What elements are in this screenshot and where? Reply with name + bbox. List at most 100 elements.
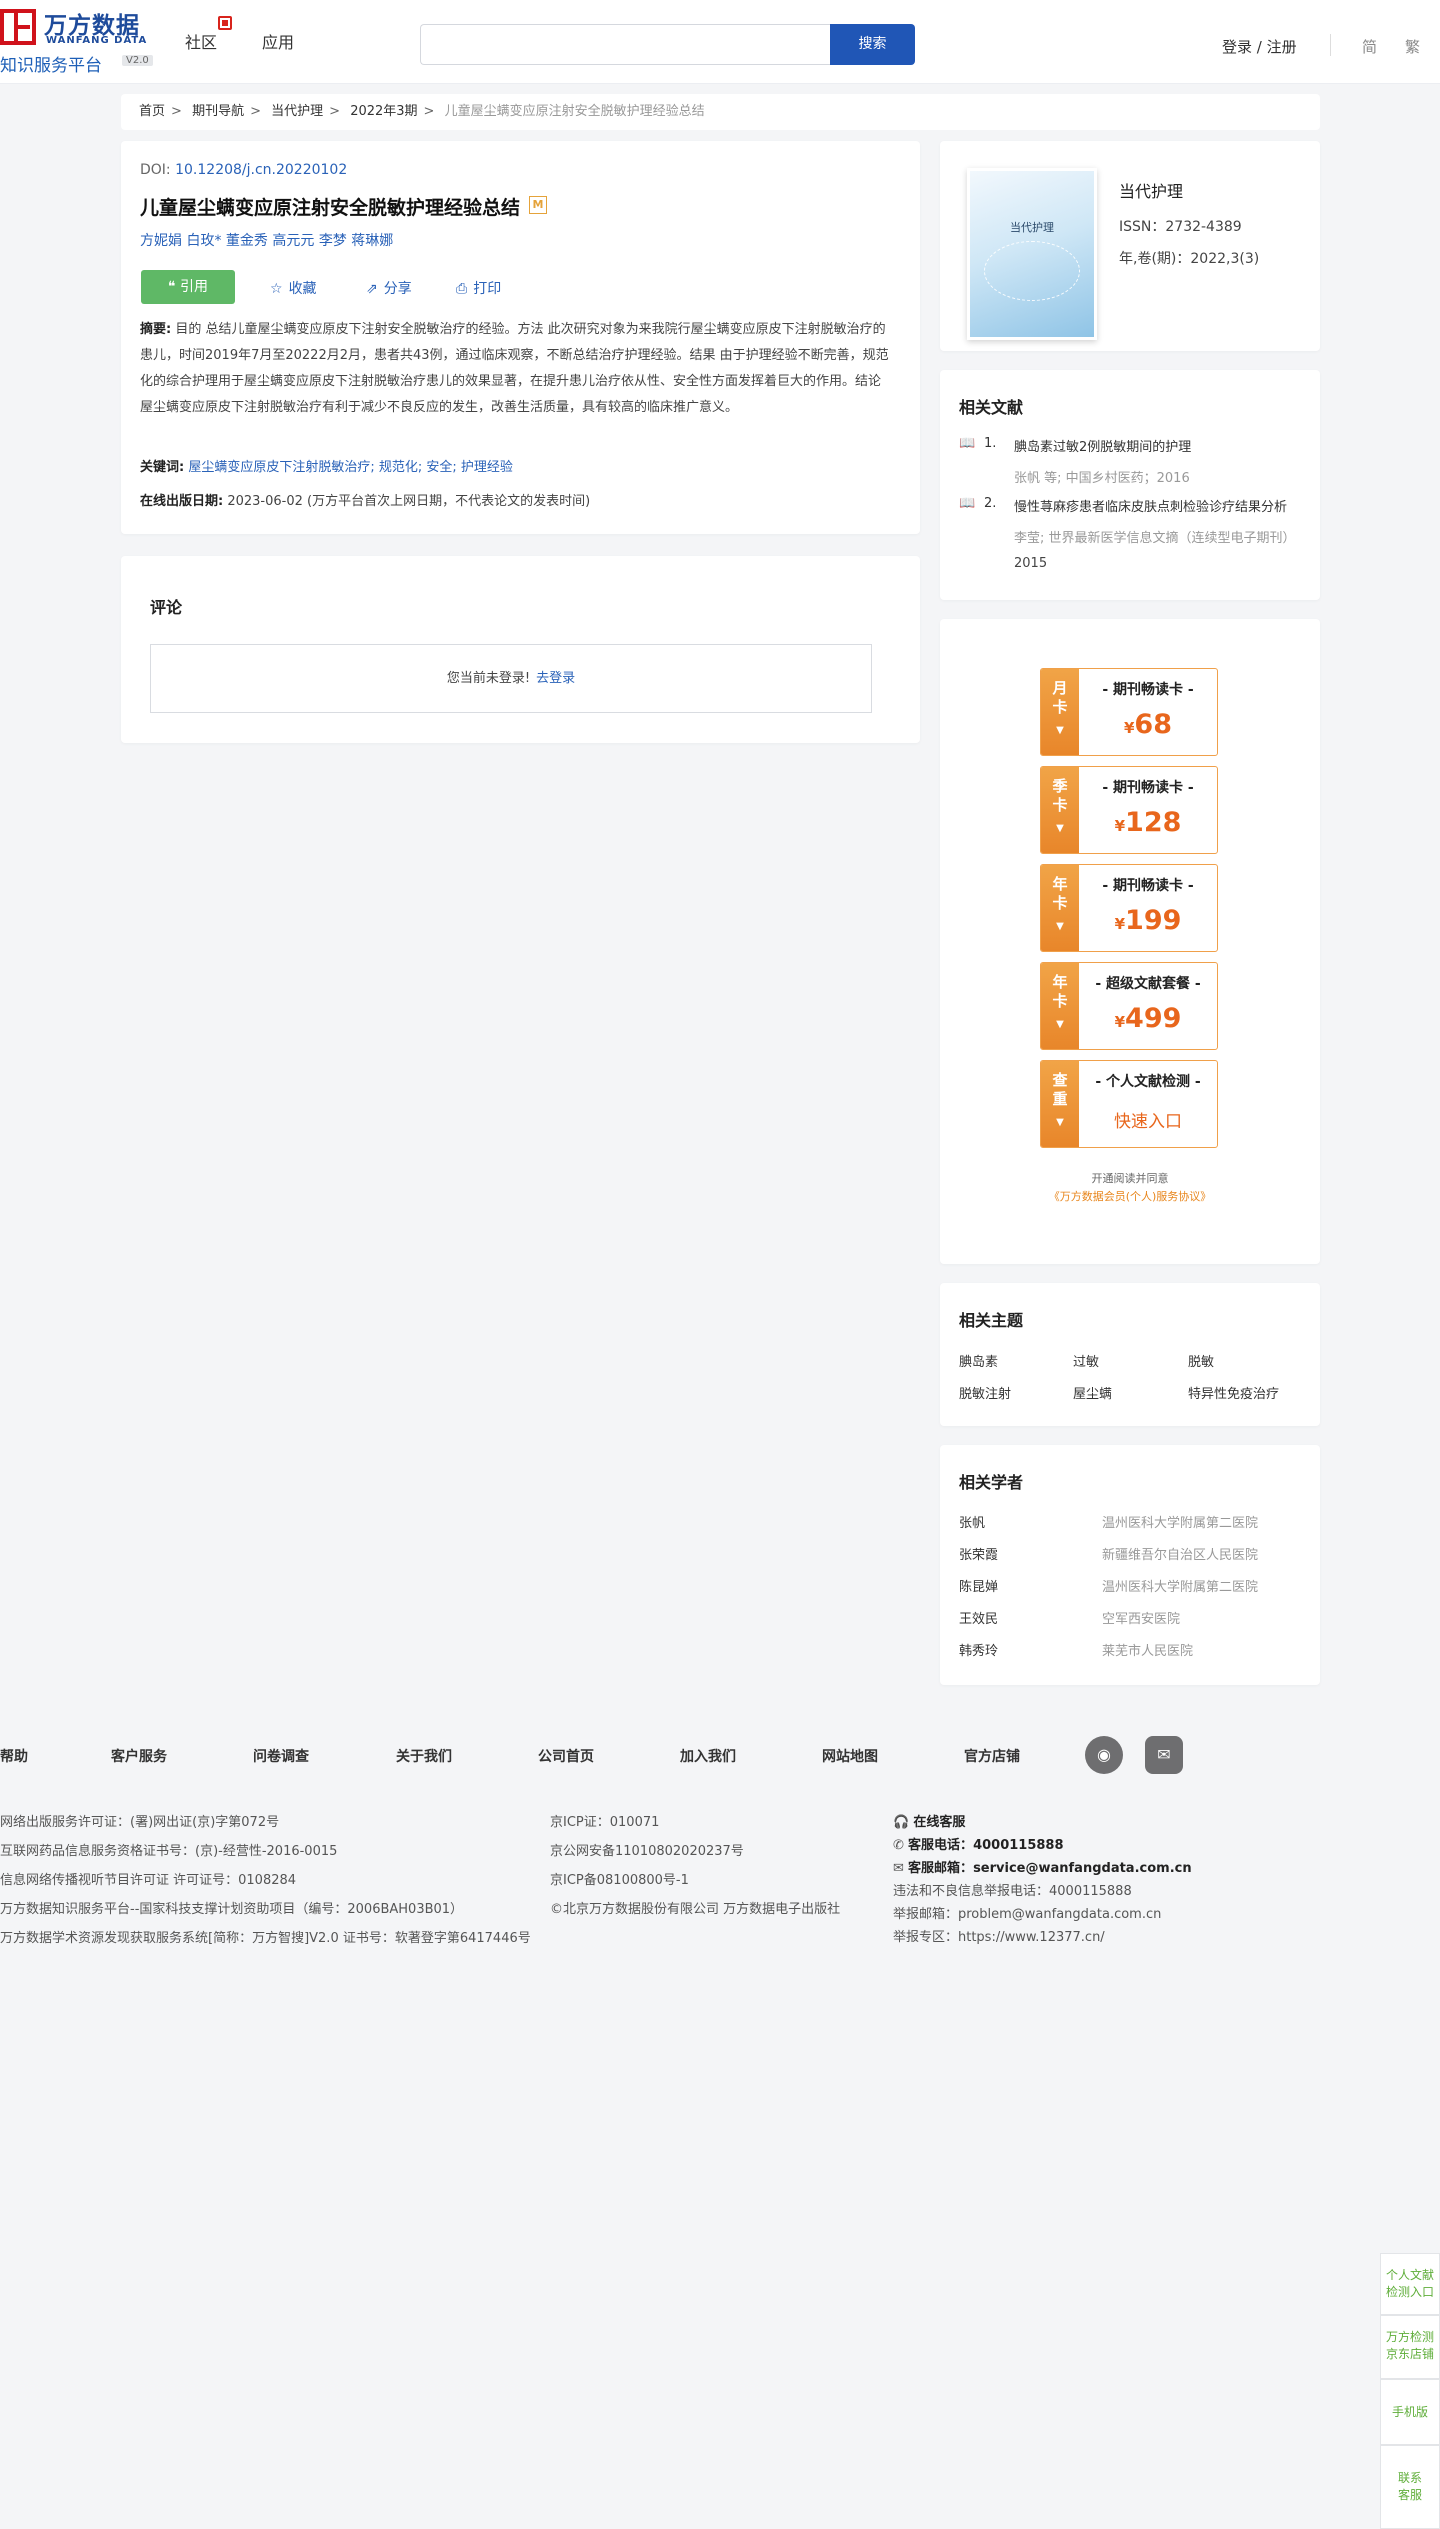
login-register-link[interactable]: 登录 / 注册 xyxy=(1222,36,1297,57)
author-link[interactable]: 白玫* xyxy=(186,233,221,249)
annual-card-promo[interactable]: 年卡 ▼ - 期刊畅读卡 - ¥199 xyxy=(1040,864,1218,952)
breadcrumb: 首页 > 期刊导航 > 当代护理 > 2022年3期 > 儿童屋尘螨变应原注射安全脱敏护… xyxy=(121,94,1320,130)
footer-customer-service[interactable]: 客户服务 xyxy=(111,1746,167,1766)
promo-price: ¥68 xyxy=(1123,709,1172,740)
service-email: ✉ 客服邮箱：service@wanfangdata.com.cn xyxy=(893,1861,1192,1876)
monthly-card-promo[interactable]: 月卡 ▼ - 期刊畅读卡 - ¥68 xyxy=(1040,668,1218,756)
promo-heading: - 期刊畅读卡 - xyxy=(1102,682,1194,698)
related-doc-title[interactable]: 腆岛素过敏2例脱敏期间的护理 xyxy=(1014,436,1299,455)
promo-tag: 季卡 ▼ xyxy=(1041,767,1079,853)
topic-link[interactable]: 脱敏注射 xyxy=(959,1383,1011,1402)
scholar-org: 温州医科大学附属第二医院 xyxy=(1102,1580,1259,1595)
promo-price: ¥128 xyxy=(1114,807,1182,838)
scholar-org: 新疆维吾尔自治区人民医院 xyxy=(1102,1548,1259,1563)
float-contact-service[interactable]: 联系 客服 xyxy=(1380,2445,1440,2529)
keywords: 关键词: 屋尘螨变应原皮下注射脱敏治疗; 规范化; 安全; 护理经验 xyxy=(140,460,513,475)
double-chevron-down-icon: ▼ xyxy=(1056,1019,1064,1030)
phone-icon: ✆ xyxy=(893,1838,904,1853)
promo-tag: 年卡 ▼ xyxy=(1041,865,1079,951)
author-link[interactable]: 董金秀 xyxy=(226,233,268,249)
scholar-name[interactable]: 张帆 xyxy=(959,1512,985,1531)
topic-link[interactable]: 脱敏 xyxy=(1188,1351,1214,1370)
abstract: 摘要: 目的 总结儿童屋尘螨变应原皮下注射安全脱敏治疗的经验。方法 此次研究对象… xyxy=(140,322,889,415)
mail-icon: ✉ xyxy=(893,1861,904,1876)
lang-simplified[interactable]: 简 xyxy=(1362,36,1377,57)
share-icon: ⇗ xyxy=(366,281,378,297)
doi-link[interactable]: 10.12208/j.cn.20220102 xyxy=(175,162,347,178)
printer-icon: ⎙ xyxy=(456,281,468,297)
agreement-text: 开通阅读并同意 xyxy=(1091,1172,1169,1185)
footer-icp: 京公网安备11010802020237号 xyxy=(550,1844,744,1859)
footer-license: 互联网药品信息服务资格证书号：(京)-经营性-2016-0015 xyxy=(0,1844,338,1859)
report-phone: 违法和不良信息举报电话：4000115888 xyxy=(893,1884,1132,1899)
topics-title: 相关主题 xyxy=(959,1311,1024,1330)
header-divider xyxy=(1330,34,1331,56)
author-link[interactable]: 李梦 xyxy=(319,233,347,249)
topic-link[interactable]: 过敏 xyxy=(1073,1351,1099,1370)
doi: DOI: 10.12208/j.cn.20220102 xyxy=(140,162,348,178)
footer-join-us[interactable]: 加入我们 xyxy=(680,1746,736,1766)
scholar-name[interactable]: 陈昆婵 xyxy=(959,1576,998,1595)
report-zone-link[interactable]: 举报专区：https://www.12377.cn/ xyxy=(893,1926,1105,1945)
scholar-org: 莱芜市人民医院 xyxy=(1102,1644,1194,1659)
weibo-icon[interactable]: ◉ xyxy=(1085,1736,1123,1774)
quarterly-card-promo[interactable]: 季卡 ▼ - 期刊畅读卡 - ¥128 xyxy=(1040,766,1218,854)
breadcrumb-issue[interactable]: 2022年3期 xyxy=(350,104,417,119)
share-button[interactable]: ⇗ 分享 xyxy=(366,278,412,298)
book-icon: 📖 xyxy=(959,436,976,451)
scholar-name[interactable]: 张荣霞 xyxy=(959,1544,998,1563)
favorite-button[interactable]: ☆ 收藏 xyxy=(270,278,317,298)
keyword-links[interactable]: 屋尘螨变应原皮下注射脱敏治疗; 规范化; 安全; 护理经验 xyxy=(188,460,513,475)
related-doc-num: 2. xyxy=(984,496,997,511)
footer-about[interactable]: 关于我们 xyxy=(396,1746,452,1766)
footer-company-home[interactable]: 公司首页 xyxy=(538,1746,594,1766)
author-link[interactable]: 方妮娟 xyxy=(140,233,182,249)
lang-traditional[interactable]: 繁 xyxy=(1405,36,1420,57)
wanfang-logo-mark xyxy=(0,9,36,45)
related-doc-num: 1. xyxy=(984,436,997,451)
headset-icon: 🎧 xyxy=(893,1815,910,1830)
scholar-name[interactable]: 王效民 xyxy=(959,1608,998,1627)
wechat-icon[interactable]: ✉ xyxy=(1145,1736,1183,1774)
agreement-link[interactable]: 《万方数据会员(个人)服务协议》 xyxy=(940,1188,1320,1204)
comments-title: 评论 xyxy=(150,598,183,617)
promo-tag: 查重 ▼ xyxy=(1041,1061,1079,1147)
logo-en: WANFANG DATA xyxy=(46,35,148,46)
search-input[interactable] xyxy=(420,24,830,65)
book-icon: 📖 xyxy=(959,496,976,511)
float-mobile[interactable]: 手机版 xyxy=(1380,2379,1440,2445)
related-doc-title[interactable]: 慢性荨麻疹患者临床皮肤点刺检验诊疗结果分析 xyxy=(1014,496,1299,515)
journal-cover[interactable]: 当代护理 xyxy=(967,168,1097,340)
topic-link[interactable]: 特异性免疫治疗 xyxy=(1188,1383,1288,1402)
print-button[interactable]: ⎙ 打印 xyxy=(456,278,501,298)
float-jd-store[interactable]: 万方检测 京东店铺 xyxy=(1380,2315,1440,2379)
float-plagiarism-entry[interactable]: 个人文献 检测入口 xyxy=(1380,2253,1440,2315)
m-badge-icon: M xyxy=(529,196,547,214)
nav-community[interactable]: 社区 xyxy=(185,29,217,53)
journal-name[interactable]: 当代护理 xyxy=(1119,178,1183,202)
scholar-name[interactable]: 韩秀玲 xyxy=(959,1640,998,1659)
author-link[interactable]: 蒋琳娜 xyxy=(351,233,393,249)
footer-survey[interactable]: 问卷调查 xyxy=(253,1746,309,1766)
nav-apps[interactable]: 应用 xyxy=(262,29,294,53)
super-package-promo[interactable]: 年卡 ▼ - 超级文献套餐 - ¥499 xyxy=(1040,962,1218,1050)
online-service-link[interactable]: 🎧 在线客服 xyxy=(893,1811,965,1830)
author-list: 方妮娟 白玫* 董金秀 高元元 李梦 蒋琳娜 xyxy=(140,230,393,250)
cite-button[interactable]: ❝ 引用 xyxy=(141,270,235,304)
breadcrumb-journal-nav[interactable]: 期刊导航 xyxy=(192,104,244,119)
promo-cta: 快速入口 xyxy=(1114,1112,1182,1132)
author-link[interactable]: 高元元 xyxy=(272,233,314,249)
search-button[interactable]: 搜索 xyxy=(830,24,915,65)
wanfang-logo[interactable]: 万方数据 WANFANG DATA 知识服务平台 V2.0 xyxy=(0,6,160,76)
go-login-link[interactable]: 去登录 xyxy=(536,671,575,686)
footer-sitemap[interactable]: 网站地图 xyxy=(822,1746,878,1766)
plagiarism-check-promo[interactable]: 查重 ▼ - 个人文献检测 - 快速入口 xyxy=(1040,1060,1218,1148)
logo-version: V2.0 xyxy=(122,55,153,66)
footer-official-store[interactable]: 官方店铺 xyxy=(964,1746,1020,1766)
topic-link[interactable]: 屋尘螨 xyxy=(1073,1383,1112,1402)
footer-help[interactable]: 帮助 xyxy=(0,1746,28,1766)
cover-title: 当代护理 xyxy=(1010,221,1054,234)
topic-link[interactable]: 腆岛素 xyxy=(959,1351,998,1370)
breadcrumb-home[interactable]: 首页 xyxy=(139,104,165,119)
breadcrumb-journal[interactable]: 当代护理 xyxy=(271,104,323,119)
